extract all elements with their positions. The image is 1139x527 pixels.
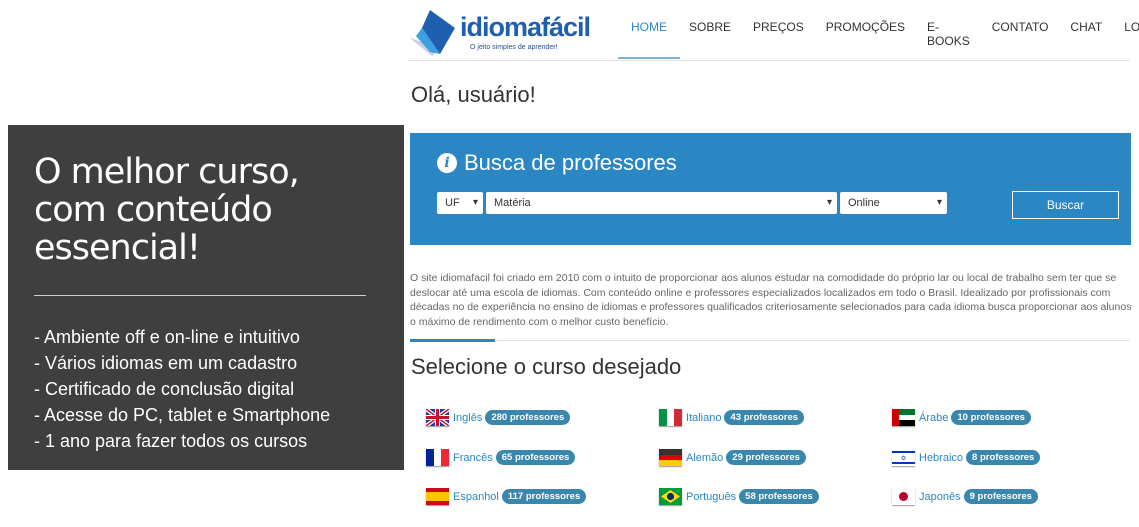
promo-item: - Certificado de conclusão digital: [34, 379, 295, 399]
nav-promocoes[interactable]: PROMOÇÕES: [815, 20, 916, 60]
course-item[interactable]: Francês 65 professores: [426, 449, 576, 466]
nav-home[interactable]: HOME: [618, 20, 680, 60]
course-item[interactable]: Espanhol 117 professores: [426, 488, 587, 505]
flag-jp-icon: [892, 488, 915, 505]
nav-contato[interactable]: CONTATO: [981, 20, 1060, 60]
promo-item: - Ambiente off e on-line e intuitivo: [34, 327, 300, 347]
course-name[interactable]: Hebraico: [919, 452, 963, 464]
search-title: i Busca de professores: [437, 150, 677, 176]
search-title-text: Busca de professores: [464, 150, 677, 175]
flag-es-icon: [426, 488, 449, 505]
course-name[interactable]: Espanhol: [453, 491, 499, 503]
nav-sobre[interactable]: SOBRE: [678, 20, 742, 60]
nav-chat[interactable]: CHAT: [1059, 20, 1113, 60]
teacher-count-badge: 117 professores: [501, 489, 587, 504]
info-icon: i: [437, 153, 457, 173]
promo-item: - Acesse do PC, tablet e Smartphone: [34, 405, 331, 425]
teacher-count-badge: 8 professores: [966, 450, 1041, 465]
logo-tagline: O jeito simples de aprender!: [470, 44, 558, 51]
course-name[interactable]: Alemão: [686, 452, 723, 464]
teacher-count-badge: 43 professores: [724, 410, 805, 425]
flag-il-icon: ✡: [892, 449, 915, 466]
course-name[interactable]: Francês: [453, 452, 493, 464]
teacher-count-badge: 65 professores: [495, 450, 576, 465]
course-item[interactable]: Inglês 280 professores: [426, 409, 571, 426]
section-divider: [410, 339, 1130, 343]
subject-select[interactable]: Matéria: [486, 192, 837, 214]
promo-item: - Vários idiomas em um cadastro: [34, 353, 298, 373]
teacher-count-badge: 10 professores: [951, 410, 1031, 425]
teacher-count-badge: 280 professores: [485, 410, 571, 425]
mode-select[interactable]: Online: [840, 192, 947, 214]
nav-ebooks[interactable]: E-BOOKS: [916, 20, 981, 60]
promo-panel: O melhor curso, com conteúdo essencial! …: [8, 125, 404, 470]
course-name[interactable]: Árabe: [919, 412, 948, 424]
flag-br-icon: [659, 488, 682, 505]
flag-ae-icon: [892, 409, 915, 426]
course-item[interactable]: Italiano 43 professores: [659, 409, 805, 426]
teacher-count-badge: 9 professores: [963, 489, 1038, 504]
courses-title: Selecione o curso desejado: [411, 354, 682, 379]
course-item[interactable]: Português 58 professores: [659, 488, 819, 505]
logo-icon: [410, 10, 455, 56]
greeting: Olá, usuário!: [411, 82, 536, 107]
nav-login[interactable]: LOGIN: [1113, 20, 1139, 60]
course-name[interactable]: Italiano: [686, 412, 721, 424]
flag-uk-icon: [426, 409, 449, 426]
uf-select[interactable]: UF: [437, 192, 483, 214]
course-item[interactable]: Alemão 29 professores: [659, 449, 806, 466]
course-item[interactable]: Japonês 9 professores: [892, 488, 1038, 505]
course-name[interactable]: Japonês: [919, 491, 961, 503]
teacher-count-badge: 29 professores: [726, 450, 806, 465]
search-panel: i Busca de professores UF Matéria Online…: [410, 133, 1131, 245]
course-name[interactable]: Inglês: [453, 412, 482, 424]
flag-fr-icon: [426, 449, 449, 466]
course-name[interactable]: Português: [686, 491, 736, 503]
course-item[interactable]: Árabe 10 professores: [892, 409, 1031, 426]
site-description: O site idiomafacil foi criado em 2010 co…: [410, 272, 1132, 328]
svg-text:✡: ✡: [901, 455, 907, 463]
course-item[interactable]: ✡ Hebraico 8 professores: [892, 449, 1041, 466]
main-nav: HOME SOBRE PREÇOS PROMOÇÕES E-BOOKS CONT…: [618, 20, 1139, 60]
flag-de-icon: [659, 449, 682, 466]
promo-list: - Ambiente off e on-line e intuitivo - V…: [34, 324, 378, 454]
nav-precos[interactable]: PREÇOS: [742, 20, 815, 60]
search-button[interactable]: Buscar: [1012, 191, 1119, 219]
header-divider: [408, 60, 1130, 61]
logo[interactable]: idiomafácil O jeito simples de aprender!: [410, 8, 591, 56]
promo-title: O melhor curso, com conteúdo essencial!: [34, 152, 300, 268]
flag-it-icon: [659, 409, 682, 426]
promo-item: - 1 ano para fazer todos os cursos: [34, 431, 308, 451]
teacher-count-badge: 58 professores: [739, 489, 819, 504]
logo-text: idiomafácil: [460, 12, 591, 42]
divider: [34, 295, 366, 296]
